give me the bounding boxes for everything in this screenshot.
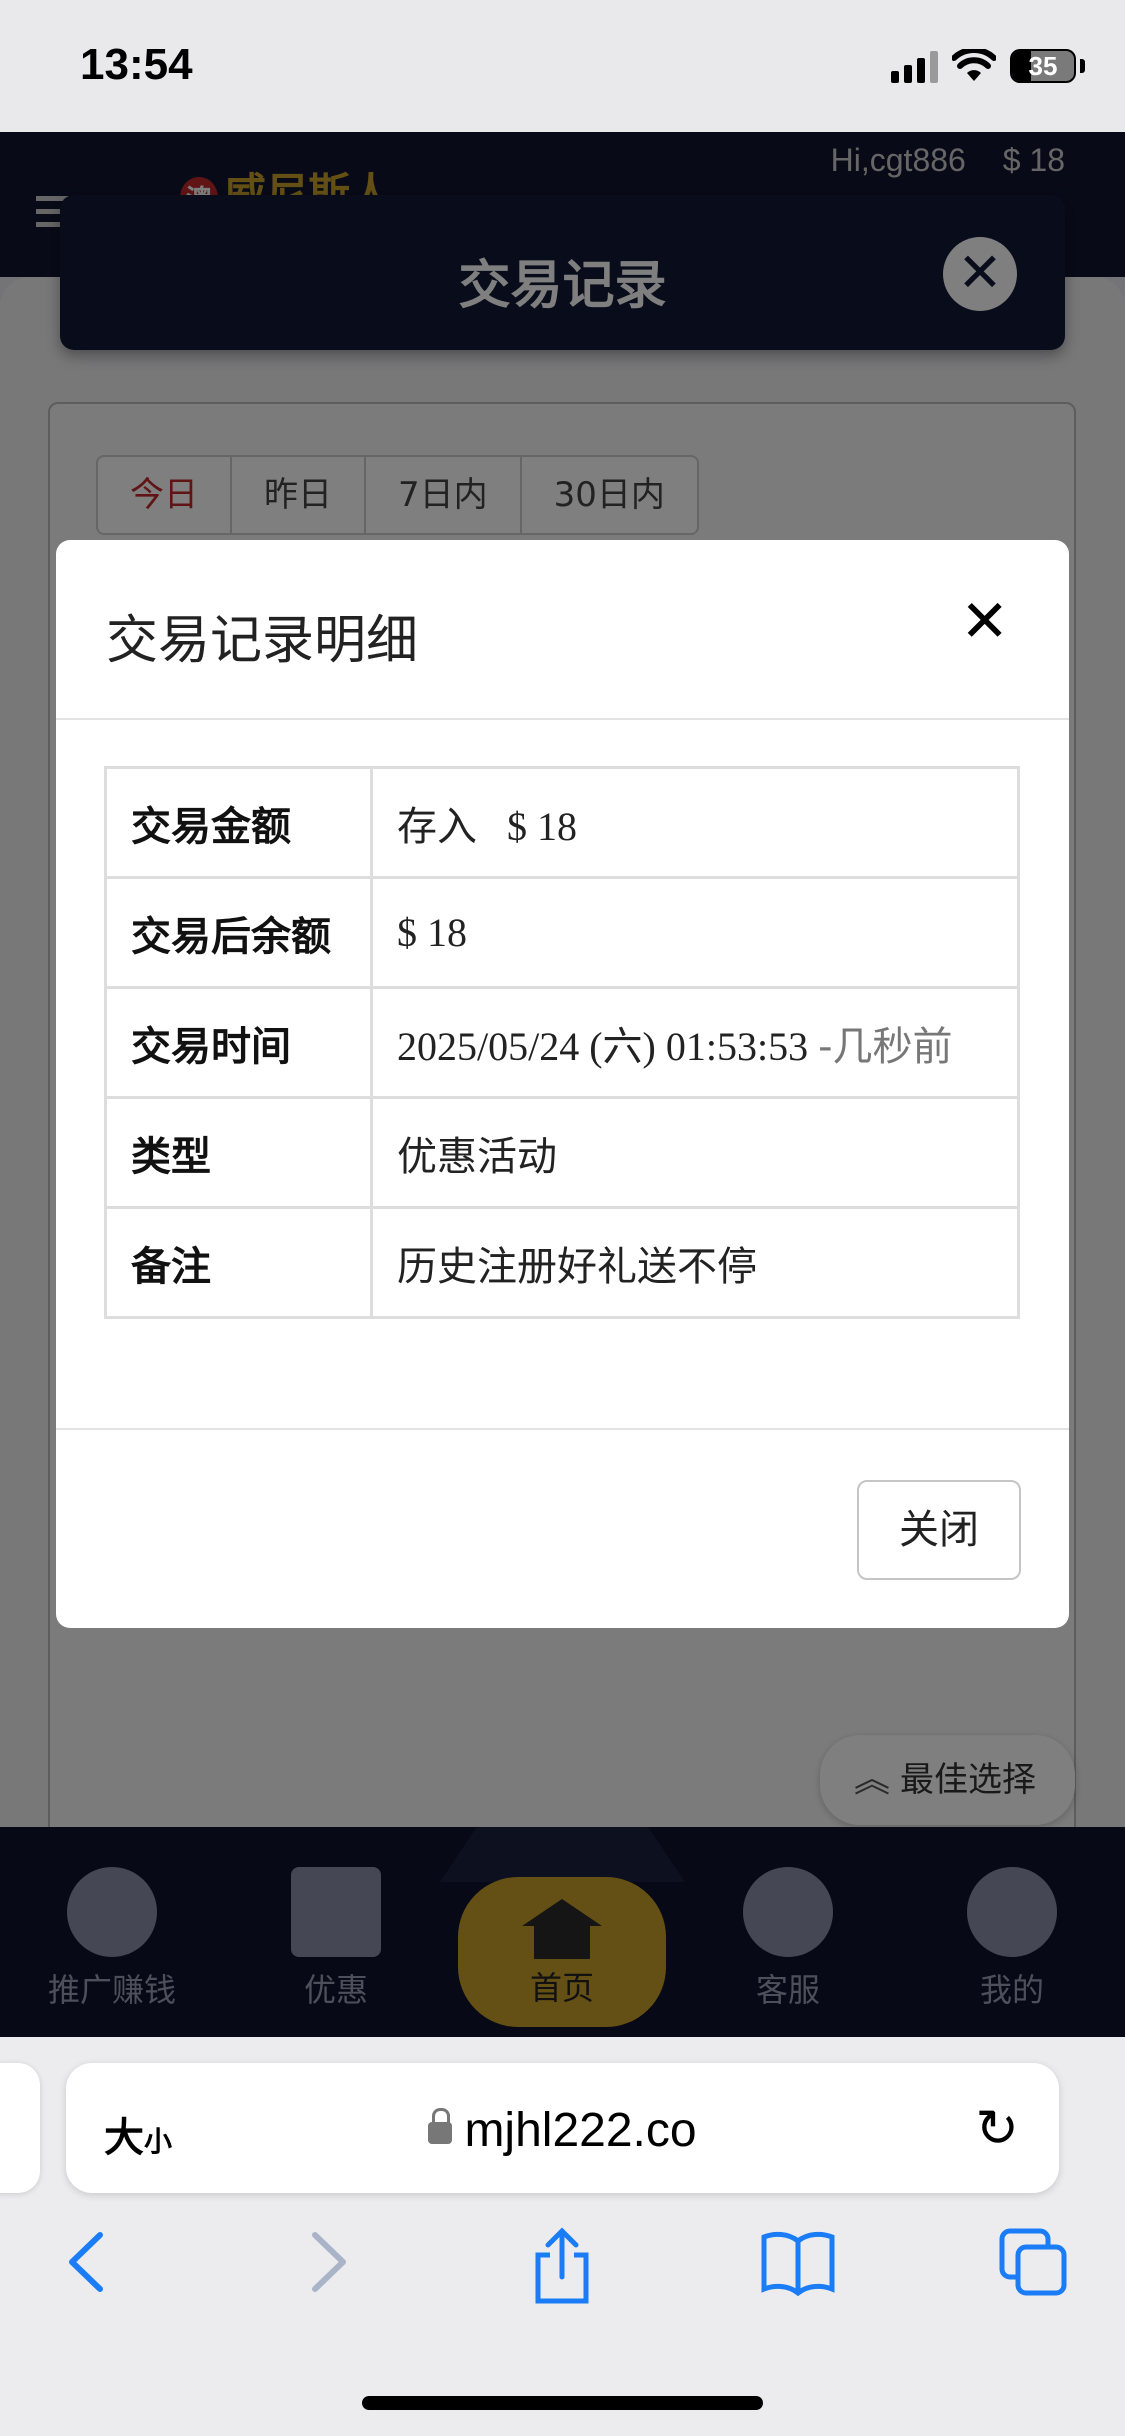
table-row: 交易后余额 $ 18: [104, 876, 1020, 989]
balance-after-value: $ 18: [370, 876, 1020, 989]
close-button[interactable]: 关闭: [857, 1480, 1021, 1580]
lock-icon: [428, 2108, 453, 2144]
battery-level: 35: [1028, 51, 1058, 81]
status-bar: 13:54 35: [0, 0, 1125, 132]
back-icon[interactable]: [60, 2227, 110, 2297]
battery-icon: 35: [1010, 49, 1076, 83]
browser-chrome: 大小 mjhl222.co ↻: [0, 2037, 1125, 2436]
browser-toolbar: [0, 2227, 1125, 2327]
table-row: 交易时间 2025/05/24 (六) 01:53:53 -几秒前: [104, 986, 1020, 1099]
address-bar[interactable]: 大小 mjhl222.co ↻: [66, 2063, 1059, 2193]
transaction-timestamp: 2025/05/24 (六) 01:53:53: [397, 1023, 809, 1069]
row-label: 类型: [104, 1096, 373, 1209]
status-time: 13:54: [80, 40, 193, 89]
previous-tab-edge[interactable]: [0, 2063, 40, 2193]
url-text: mjhl222.co: [464, 2104, 697, 2157]
status-icons: 35: [891, 46, 1085, 86]
wifi-icon: [952, 49, 996, 81]
row-label: 交易后余额: [104, 876, 373, 989]
remark-value: 历史注册好礼送不停: [370, 1206, 1020, 1319]
close-icon[interactable]: ✕: [960, 592, 1009, 650]
row-label: 交易时间: [104, 986, 373, 1099]
dialog-title: 交易记录明细: [106, 611, 419, 671]
forward-icon[interactable]: [305, 2227, 355, 2297]
relative-time: -几秒前: [818, 1023, 953, 1070]
category-value: 优惠活动: [370, 1096, 1020, 1209]
row-label: 交易金额: [104, 766, 373, 879]
amount-value: 存入 $ 18: [370, 766, 1020, 879]
row-label: 备注: [104, 1206, 373, 1319]
dialog-footer: 关闭: [56, 1428, 1069, 1628]
transaction-detail-dialog: 交易记录明细 ✕ 交易金额 存入 $ 18 交易后余额 $ 18 交易时间 20…: [56, 540, 1069, 1628]
transaction-time-value: 2025/05/24 (六) 01:53:53 -几秒前: [370, 986, 1020, 1099]
battery-cap: [1080, 59, 1085, 73]
detail-table: 交易金额 存入 $ 18 交易后余额 $ 18 交易时间 2025/05/24 …: [104, 766, 1020, 1319]
bookmarks-icon[interactable]: [760, 2227, 836, 2297]
table-row: 类型 优惠活动: [104, 1096, 1020, 1209]
table-row: 交易金额 存入 $ 18: [104, 766, 1020, 879]
reload-icon[interactable]: ↻: [975, 2099, 1019, 2159]
tabs-icon[interactable]: [998, 2227, 1070, 2299]
transaction-amount: $ 18: [507, 803, 577, 849]
cellular-signal-icon: [891, 49, 938, 83]
url-display[interactable]: mjhl222.co: [66, 2103, 1059, 2158]
dialog-header: 交易记录明细 ✕: [56, 540, 1069, 720]
table-row: 备注 历史注册好礼送不停: [104, 1206, 1020, 1319]
home-indicator: [362, 2396, 763, 2410]
share-icon[interactable]: [530, 2227, 594, 2307]
transaction-type: 存入: [397, 803, 477, 850]
